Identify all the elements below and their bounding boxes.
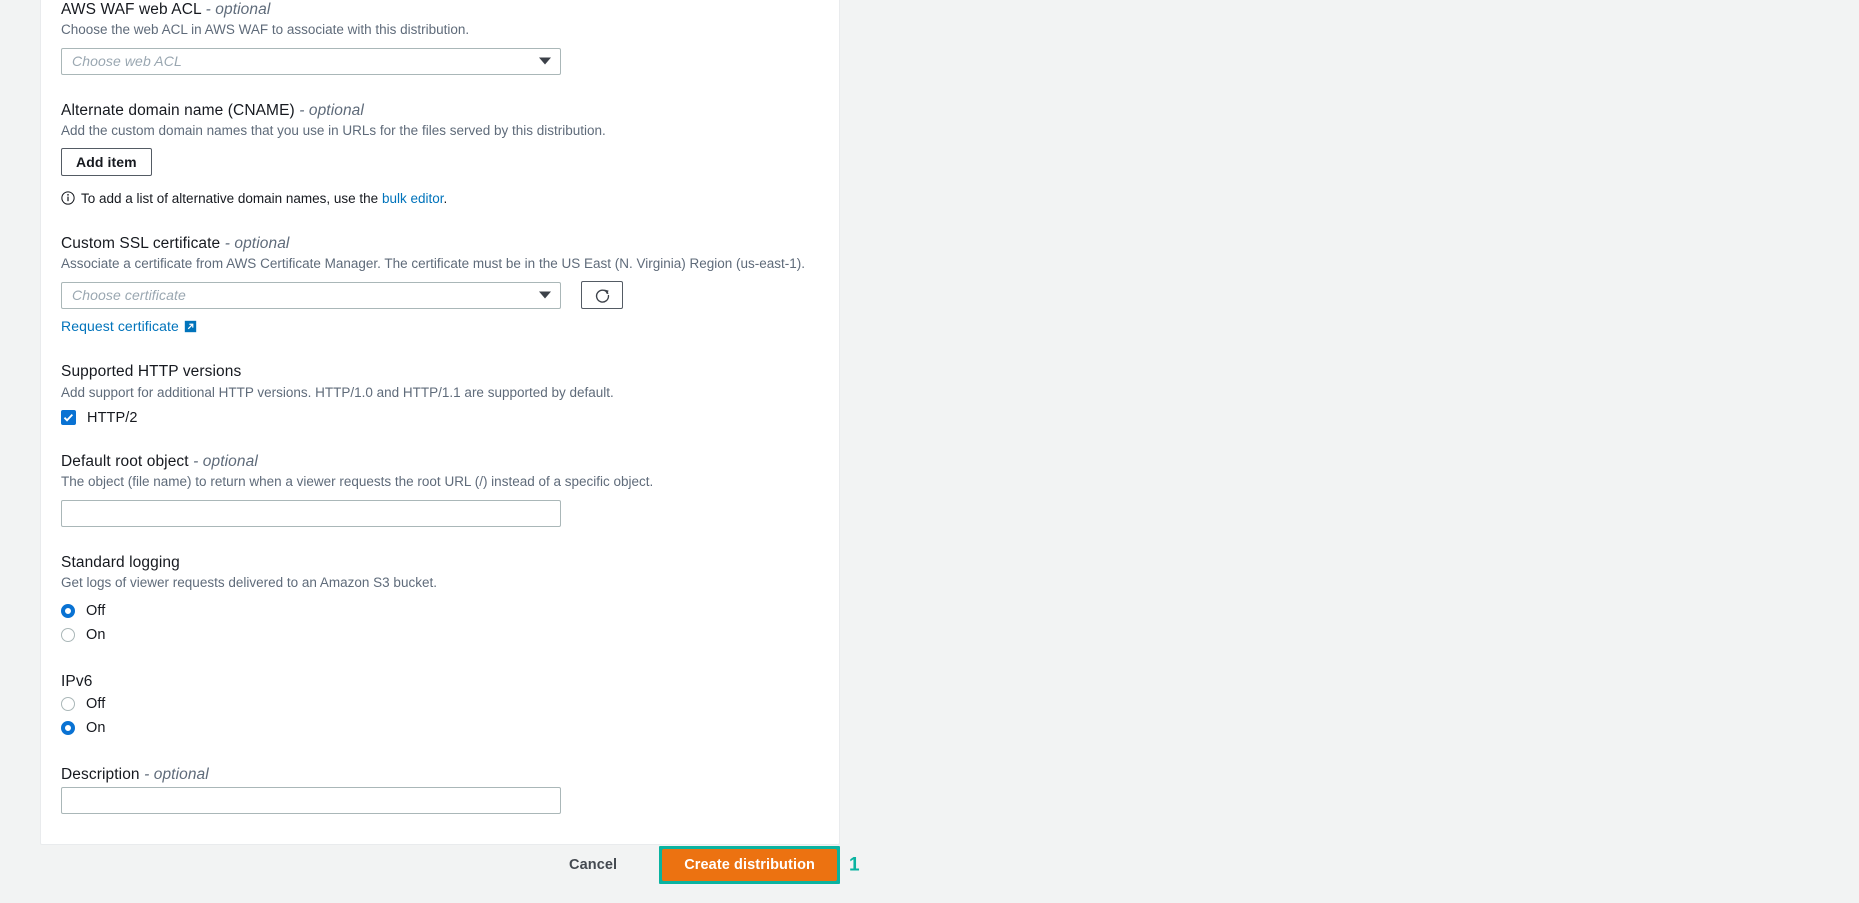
form-actions-bar: Cancel Create distribution 1 — [40, 846, 860, 884]
field-default-root-object: Default root object - optional The objec… — [61, 452, 819, 527]
radio-standard-logging-off[interactable] — [61, 604, 75, 619]
standard-logging-label: Standard logging — [61, 553, 180, 571]
standard-logging-description: Get logs of viewer requests delivered to… — [61, 574, 437, 590]
radio-standard-logging-on-label: On — [86, 627, 106, 644]
create-distribution-button[interactable]: Create distribution — [662, 849, 837, 881]
root-object-label-text: Default root object — [61, 452, 189, 470]
waf-select-row: Choose web ACL — [61, 47, 819, 75]
external-link-icon — [184, 320, 197, 333]
cname-description: Add the custom domain names that you use… — [61, 122, 606, 138]
http2-checkbox-row[interactable]: HTTP/2 — [61, 410, 819, 426]
ssl-certificate-select[interactable]: Choose certificate — [61, 281, 561, 309]
request-certificate-label: Request certificate — [61, 318, 179, 335]
cancel-button[interactable]: Cancel — [557, 849, 629, 881]
root-object-label: Default root object - optional — [61, 452, 819, 471]
field-standard-logging: Standard logging Get logs of viewer requ… — [61, 553, 819, 647]
waf-select[interactable]: Choose web ACL — [61, 47, 561, 75]
cname-info-text: To add a list of alternative domain name… — [81, 190, 447, 208]
standard-logging-option-off[interactable]: Off — [61, 600, 819, 622]
field-description: Description - optional — [61, 765, 819, 814]
cname-label: Alternate domain name (CNAME) - optional — [61, 101, 819, 120]
radio-ipv6-on-label: On — [86, 720, 106, 737]
radio-ipv6-off[interactable] — [61, 697, 75, 712]
settings-card: AWS WAF web ACL - optional Choose the we… — [40, 0, 840, 845]
waf-select-placeholder: Choose web ACL — [72, 53, 182, 70]
default-root-object-input[interactable] — [61, 499, 561, 527]
waf-label: AWS WAF web ACL - optional — [61, 0, 819, 19]
checkmark-icon — [63, 412, 74, 423]
radio-ipv6-on[interactable] — [61, 721, 75, 736]
root-object-description: The object (file name) to return when a … — [61, 474, 654, 490]
add-item-button[interactable]: Add item — [61, 148, 152, 177]
cname-info-prefix: To add a list of alternative domain name… — [81, 191, 382, 207]
request-certificate-link[interactable]: Request certificate — [61, 318, 197, 334]
cloudfront-create-distribution-page: AWS WAF web ACL - optional Choose the we… — [0, 0, 1859, 903]
ipv6-option-on[interactable]: On — [61, 717, 819, 739]
info-icon — [61, 191, 75, 205]
field-custom-ssl-certificate: Custom SSL certificate - optional Associ… — [61, 234, 819, 337]
http-versions-label: Supported HTTP versions — [61, 363, 242, 381]
chevron-down-icon — [539, 57, 551, 65]
field-supported-http-versions: Supported HTTP versions Add support for … — [61, 362, 819, 426]
ipv6-label: IPv6 — [61, 673, 93, 691]
waf-optional-tag: - optional — [205, 1, 271, 18]
cname-optional-tag: - optional — [299, 101, 364, 119]
field-ipv6: IPv6 Off On — [61, 672, 819, 739]
refresh-certificates-button[interactable] — [581, 281, 623, 310]
description-input[interactable] — [61, 786, 561, 814]
waf-label-text: AWS WAF web ACL — [61, 1, 202, 18]
radio-standard-logging-on[interactable] — [61, 628, 75, 643]
waf-description: Choose the web ACL in AWS WAF to associa… — [61, 22, 470, 38]
ssl-label: Custom SSL certificate - optional — [61, 234, 819, 253]
annotation-marker-1: 1 — [849, 854, 860, 876]
radio-standard-logging-off-label: Off — [86, 603, 106, 620]
description-label-text: Description — [61, 766, 140, 784]
standard-logging-option-on[interactable]: On — [61, 624, 819, 646]
bulk-editor-link[interactable]: bulk editor — [382, 191, 444, 206]
ssl-optional-tag: - optional — [224, 234, 290, 252]
ssl-label-text: Custom SSL certificate — [61, 234, 221, 252]
http2-checkbox[interactable] — [61, 410, 76, 426]
root-object-optional-tag: - optional — [193, 452, 258, 470]
create-distribution-highlight: Create distribution 1 — [659, 846, 860, 884]
cname-label-text: Alternate domain name (CNAME) — [61, 101, 295, 119]
description-label: Description - optional — [61, 765, 819, 784]
ssl-description: Associate a certificate from AWS Certifi… — [61, 256, 806, 272]
http-versions-description: Add support for additional HTTP versions… — [61, 384, 614, 400]
radio-ipv6-off-label: Off — [86, 696, 106, 713]
field-waf-web-acl: AWS WAF web ACL - optional Choose the we… — [61, 0, 819, 75]
description-optional-tag: - optional — [144, 766, 209, 784]
cname-info-line: To add a list of alternative domain name… — [61, 190, 819, 208]
http2-checkbox-label: HTTP/2 — [87, 409, 138, 426]
ssl-select-placeholder: Choose certificate — [72, 287, 186, 304]
field-alternate-domain-name: Alternate domain name (CNAME) - optional… — [61, 101, 819, 208]
chevron-down-icon — [539, 291, 551, 299]
cname-info-suffix: . — [443, 191, 448, 207]
ipv6-option-off[interactable]: Off — [61, 693, 819, 715]
refresh-icon — [594, 287, 611, 304]
ssl-select-row: Choose certificate — [61, 281, 819, 310]
